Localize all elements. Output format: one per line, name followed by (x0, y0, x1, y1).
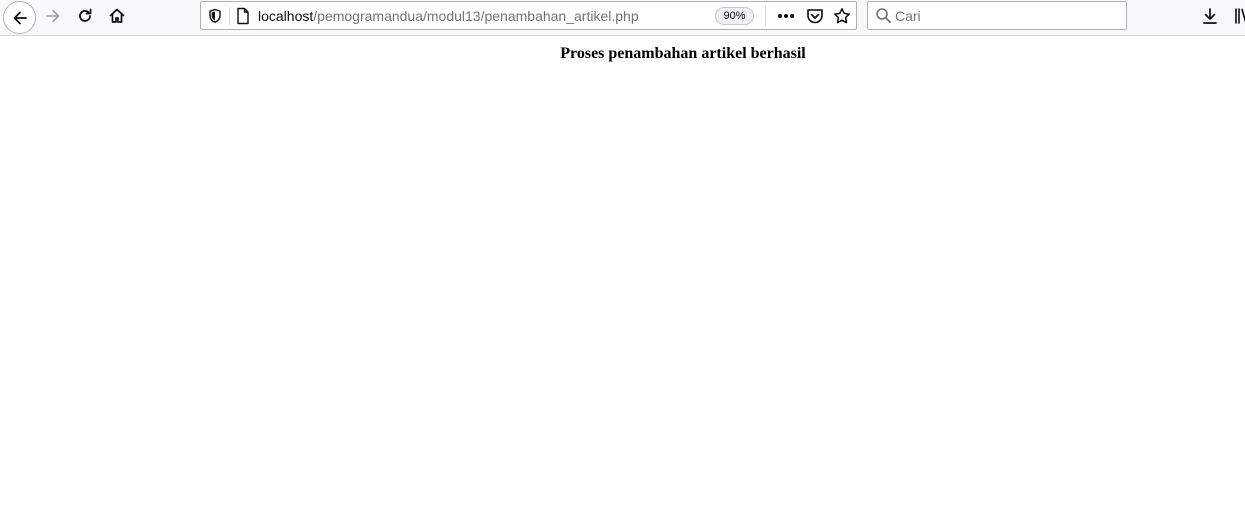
search-icon (875, 7, 892, 29)
browser-toolbar: localhost/pemogramandua/modul13/penambah… (0, 0, 1245, 36)
page-content: Proses penambahan artikel berhasil (0, 37, 1245, 529)
arrow-right-icon (46, 9, 60, 23)
reload-icon (79, 8, 92, 22)
search-input[interactable] (895, 6, 1115, 26)
forward-button[interactable] (37, 2, 69, 30)
star-icon (834, 8, 850, 24)
back-button[interactable] (3, 1, 36, 34)
more-icon (778, 14, 794, 18)
url-path: /pemogramandua/modul13/penambahan_artike… (313, 8, 639, 24)
address-actions-divider (765, 6, 766, 26)
search-bar[interactable] (867, 1, 1127, 30)
address-bar[interactable]: localhost/pemogramandua/modul13/penambah… (200, 1, 857, 30)
home-button[interactable] (101, 2, 133, 30)
pocket-button[interactable] (804, 6, 826, 26)
page-actions-button[interactable] (775, 6, 797, 26)
url-host: localhost (258, 8, 314, 24)
pocket-icon (807, 8, 823, 23)
address-divider (229, 7, 230, 25)
zoom-level-button[interactable]: 90% (715, 7, 754, 25)
page-icon[interactable] (236, 7, 250, 30)
arrow-left-icon (13, 11, 27, 24)
success-message: Proses penambahan artikel berhasil (560, 45, 806, 62)
home-icon (109, 8, 125, 23)
reload-button[interactable] (69, 2, 101, 30)
download-icon (1203, 8, 1217, 24)
library-icon (1235, 8, 1245, 24)
url-text[interactable]: localhost/pemogramandua/modul13/penambah… (258, 8, 639, 24)
shield-icon[interactable] (208, 8, 222, 29)
library-button[interactable] (1230, 3, 1245, 29)
downloads-button[interactable] (1198, 3, 1222, 29)
bookmark-star-button[interactable] (831, 6, 853, 26)
